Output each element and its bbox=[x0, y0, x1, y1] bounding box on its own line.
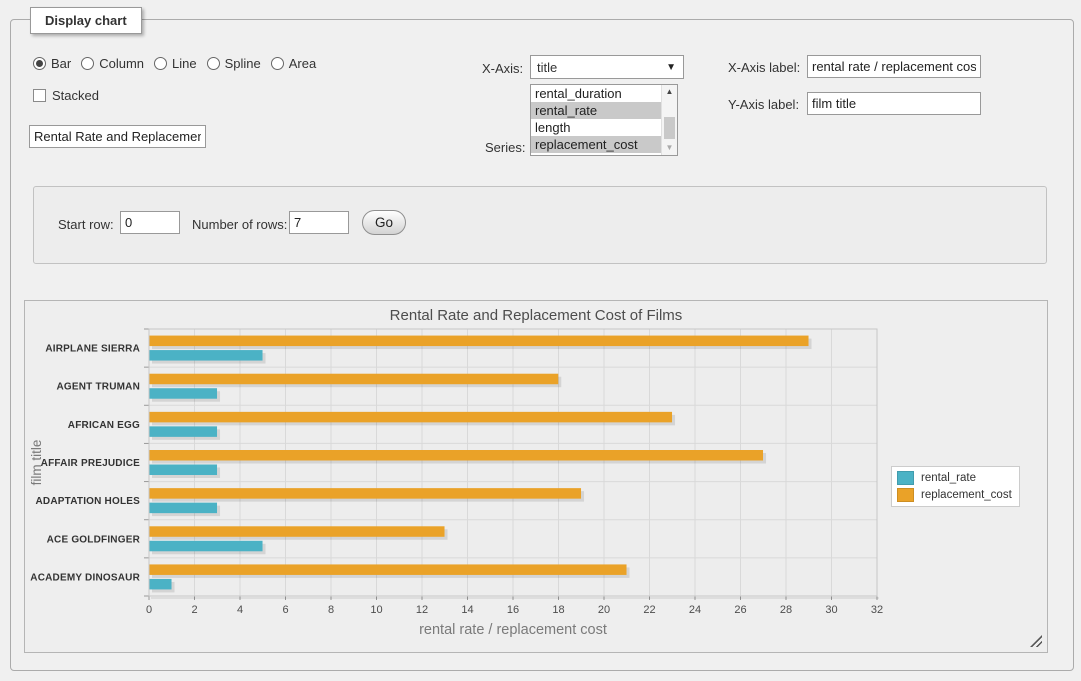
legend-entry-replacement_cost: replacement_cost bbox=[897, 488, 1012, 502]
x-axis-label-caption: X-Axis label: bbox=[728, 60, 800, 75]
x-axis-selected-value: title bbox=[537, 60, 557, 75]
legend-entry-rental_rate: rental_rate bbox=[897, 471, 1012, 485]
chart-bar-replacement_cost bbox=[149, 374, 558, 385]
num-rows-label: Number of rows: bbox=[192, 217, 287, 232]
x-tick-label: 20 bbox=[598, 604, 610, 616]
x-tick-label: 8 bbox=[328, 604, 334, 616]
chart-bar-rental_rate bbox=[149, 465, 217, 476]
x-tick-label: 10 bbox=[370, 604, 382, 616]
x-tick-label: 26 bbox=[734, 604, 746, 616]
series-scrollbar[interactable]: ▲ ▼ bbox=[661, 85, 677, 155]
chart-container: Rental Rate and Replacement Cost of Film… bbox=[24, 300, 1048, 653]
x-tick-label: 32 bbox=[871, 604, 883, 616]
radio-line[interactable]: Line bbox=[154, 56, 197, 71]
radio-bar[interactable]: Bar bbox=[33, 56, 71, 71]
x-axis-label-input[interactable] bbox=[807, 55, 981, 78]
series-option-rental_rate[interactable]: rental_rate bbox=[531, 102, 661, 119]
app-window: Display chart Bar Column Line Spline Area St… bbox=[0, 0, 1081, 681]
fieldset-legend: Display chart bbox=[30, 7, 142, 34]
chart-bar-rental_rate bbox=[149, 426, 217, 437]
chart-bar-replacement_cost bbox=[149, 564, 627, 575]
scrollbar-down-icon[interactable]: ▼ bbox=[662, 141, 677, 155]
row-controls-box bbox=[33, 186, 1047, 264]
chart-bar-rental_rate bbox=[149, 388, 217, 399]
chart-bar-replacement_cost bbox=[149, 412, 672, 423]
y-category-label: ACADEMY DINOSAUR bbox=[30, 572, 140, 583]
x-tick-label: 14 bbox=[461, 604, 473, 616]
radio-label: Column bbox=[99, 56, 144, 71]
legend-label: rental_rate bbox=[921, 472, 976, 484]
chart-bar-replacement_cost bbox=[149, 450, 763, 461]
x-tick-label: 24 bbox=[689, 604, 701, 616]
x-tick-label: 28 bbox=[780, 604, 792, 616]
chart-bar-rental_rate bbox=[149, 350, 263, 361]
radio-button-icon[interactable] bbox=[154, 57, 167, 70]
chevron-down-icon: ▼ bbox=[666, 62, 676, 73]
radio-label: Area bbox=[289, 56, 316, 71]
radio-spline[interactable]: Spline bbox=[207, 56, 261, 71]
stacked-label: Stacked bbox=[52, 88, 99, 103]
y-category-label: AIRPLANE SIERRA bbox=[45, 344, 140, 355]
series-option-rental_duration[interactable]: rental_duration bbox=[531, 85, 661, 102]
chart-legend: rental_rate replacement_cost bbox=[891, 466, 1020, 507]
chart-bar-rental_rate bbox=[149, 503, 217, 513]
chart-type-radio-group: Bar Column Line Spline Area bbox=[33, 56, 326, 71]
y-category-label: AFRICAN EGG bbox=[68, 420, 140, 431]
radio-button-icon[interactable] bbox=[207, 57, 220, 70]
x-tick-label: 2 bbox=[191, 604, 197, 616]
y-axis-label-caption: Y-Axis label: bbox=[728, 97, 799, 112]
chart-bar-replacement_cost bbox=[149, 526, 445, 537]
radio-column[interactable]: Column bbox=[81, 56, 144, 71]
radio-area[interactable]: Area bbox=[271, 56, 316, 71]
x-tick-label: 22 bbox=[643, 604, 655, 616]
go-button[interactable]: Go bbox=[362, 210, 406, 235]
radio-label: Spline bbox=[225, 56, 261, 71]
stacked-checkbox-row[interactable]: Stacked bbox=[33, 88, 99, 103]
radio-label: Bar bbox=[51, 56, 71, 71]
series-option-replacement_cost[interactable]: replacement_cost bbox=[531, 136, 661, 153]
start-row-label: Start row: bbox=[58, 217, 114, 232]
legend-swatch bbox=[897, 488, 914, 502]
x-tick-label: 0 bbox=[146, 604, 152, 616]
scrollbar-thumb[interactable] bbox=[664, 117, 675, 139]
y-category-label: AFFAIR PREJUDICE bbox=[41, 458, 140, 469]
chart-title-input[interactable] bbox=[29, 125, 206, 148]
radio-label: Line bbox=[172, 56, 197, 71]
legend-swatch bbox=[897, 471, 914, 485]
y-category-label: ADAPTATION HOLES bbox=[36, 496, 141, 507]
num-rows-input[interactable] bbox=[289, 211, 349, 234]
y-axis-label-input[interactable] bbox=[807, 92, 981, 115]
chart-bar-replacement_cost bbox=[149, 488, 581, 499]
x-tick-label: 12 bbox=[416, 604, 428, 616]
series-listbox[interactable]: rental_durationrental_ratelengthreplacem… bbox=[530, 84, 678, 156]
chart-bar-replacement_cost bbox=[149, 336, 809, 347]
series-option-length[interactable]: length bbox=[531, 119, 661, 136]
stacked-checkbox[interactable] bbox=[33, 89, 46, 102]
x-tick-label: 4 bbox=[237, 604, 243, 616]
x-axis-title: rental rate / replacement cost bbox=[419, 622, 607, 638]
start-row-input[interactable] bbox=[120, 211, 180, 234]
chart-bar-rental_rate bbox=[149, 541, 263, 552]
scrollbar-up-icon[interactable]: ▲ bbox=[662, 85, 677, 99]
x-tick-label: 18 bbox=[552, 604, 564, 616]
x-tick-label: 6 bbox=[282, 604, 288, 616]
radio-button-icon[interactable] bbox=[81, 57, 94, 70]
y-category-label: AGENT TRUMAN bbox=[56, 382, 140, 393]
legend-label: replacement_cost bbox=[921, 489, 1012, 501]
x-axis-select-label: X-Axis: bbox=[482, 61, 523, 76]
x-tick-label: 16 bbox=[507, 604, 519, 616]
x-tick-label: 30 bbox=[825, 604, 837, 616]
chart-bar-rental_rate bbox=[149, 579, 172, 590]
radio-button-icon[interactable] bbox=[33, 57, 46, 70]
y-category-label: ACE GOLDFINGER bbox=[47, 534, 141, 545]
radio-button-icon[interactable] bbox=[271, 57, 284, 70]
series-options: rental_durationrental_ratelengthreplacem… bbox=[531, 85, 661, 155]
x-axis-select[interactable]: title ▼ bbox=[530, 55, 684, 79]
series-list-label: Series: bbox=[485, 140, 525, 155]
y-axis-title: film title bbox=[29, 440, 44, 486]
